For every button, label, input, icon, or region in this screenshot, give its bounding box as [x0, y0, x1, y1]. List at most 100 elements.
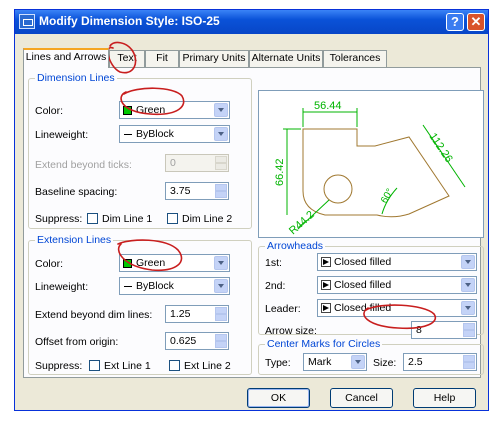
- spinner-down-icon[interactable]: [215, 191, 227, 198]
- green-swatch-icon: [123, 106, 132, 115]
- preview-dim-top: 56.44: [314, 100, 342, 112]
- chevron-down-icon[interactable]: [214, 279, 228, 293]
- chevron-down-icon[interactable]: [461, 278, 475, 292]
- closed-filled-arrow-icon: [321, 303, 331, 313]
- spinner-down-icon[interactable]: [215, 341, 227, 348]
- preview-dim-bottom: R44.2: [287, 209, 317, 238]
- spinner-up-icon[interactable]: [215, 156, 227, 163]
- spinner-down-icon[interactable]: [215, 314, 227, 321]
- dimension-preview: 56.44 66.42 112.26 R44.2 60°: [258, 90, 484, 238]
- tab-primary-units[interactable]: Primary Units: [179, 50, 249, 67]
- help-title-button[interactable]: ?: [446, 13, 464, 31]
- spinner-down-icon[interactable]: [463, 330, 475, 337]
- ext-color-label: Color:: [35, 258, 64, 270]
- title-bar[interactable]: Modify Dimension Style: ISO-25 ? ✕: [15, 10, 488, 34]
- spinner-up-icon[interactable]: [215, 307, 227, 314]
- tab-alternate-units[interactable]: Alternate Units: [249, 50, 323, 67]
- baseline-spacing-value: 3.75: [170, 185, 191, 197]
- dim-extend-spinner[interactable]: 0: [165, 154, 229, 172]
- app-icon: [19, 14, 35, 29]
- chevron-down-icon[interactable]: [214, 256, 228, 270]
- green-swatch-icon: [123, 259, 132, 268]
- arrow-size-spinner[interactable]: 8: [411, 321, 477, 339]
- tab-text[interactable]: Text: [109, 50, 145, 67]
- arrow-second-label: 2nd:: [265, 280, 286, 292]
- ext-extend-label: Extend beyond dim lines:: [35, 309, 153, 321]
- ext-color-select[interactable]: Green: [119, 254, 230, 272]
- tab-fit[interactable]: Fit: [145, 50, 179, 67]
- ext-line-1-label: Ext Line 1: [104, 360, 151, 372]
- arrow-first-label: 1st:: [265, 257, 282, 269]
- ext-lineweight-select[interactable]: ByBlock: [119, 277, 230, 295]
- dim-line-2-label: Dim Line 2: [182, 213, 233, 225]
- spinner-up-icon[interactable]: [215, 334, 227, 341]
- ext-color-value: Green: [136, 257, 166, 269]
- center-type-value: Mark: [308, 356, 332, 368]
- center-marks-group: Center Marks for Circles Type: Mark Size…: [258, 338, 484, 375]
- preview-dim-angle: 60°: [379, 187, 396, 206]
- spinner-down-icon[interactable]: [463, 362, 475, 369]
- arrow-second-select[interactable]: Closed filled: [317, 276, 477, 294]
- spinner-down-icon[interactable]: [215, 163, 227, 170]
- arrow-leader-select[interactable]: Closed filled: [317, 299, 477, 317]
- dim-line-1-label: Dim Line 1: [102, 213, 153, 225]
- dim-color-label: Color:: [35, 105, 64, 117]
- extension-lines-group: Extension Lines Color: Green Lineweight:…: [28, 234, 252, 375]
- closed-filled-arrow-icon: [321, 280, 331, 290]
- dim-lineweight-value: ByBlock: [136, 128, 174, 140]
- ext-extend-spinner[interactable]: 1.25: [165, 305, 229, 323]
- ext-line-1-checkbox[interactable]: [89, 360, 100, 371]
- ext-extend-value: 1.25: [170, 308, 191, 320]
- dim-lineweight-label: Lineweight:: [35, 129, 89, 141]
- dim-lineweight-select[interactable]: ByBlock: [119, 125, 230, 143]
- center-type-label: Type:: [265, 357, 291, 369]
- dim-line-1-checkbox[interactable]: [87, 213, 98, 224]
- ext-line-2-label: Ext Line 2: [184, 360, 231, 372]
- ext-suppress-label: Suppress:: [35, 360, 83, 372]
- window-title: Modify Dimension Style: ISO-25: [39, 14, 220, 28]
- tab-tolerances[interactable]: Tolerances: [323, 50, 387, 67]
- baseline-spacing-spinner[interactable]: 3.75: [165, 182, 229, 200]
- preview-dim-left: 66.42: [274, 158, 286, 186]
- offset-origin-spinner[interactable]: 0.625: [165, 332, 229, 350]
- dim-extend-value: 0: [170, 157, 176, 169]
- ext-line-2-checkbox[interactable]: [169, 360, 180, 371]
- spinner-up-icon[interactable]: [463, 355, 475, 362]
- arrow-first-select[interactable]: Closed filled: [317, 253, 477, 271]
- cancel-button[interactable]: Cancel: [330, 388, 393, 408]
- center-size-spinner[interactable]: 2.5: [403, 353, 477, 371]
- preview-dim-right: 112.26: [427, 131, 455, 165]
- ext-lineweight-value: ByBlock: [136, 280, 174, 292]
- dim-suppress-label: Suppress:: [35, 213, 83, 225]
- arrow-first-value: Closed filled: [334, 256, 392, 268]
- center-type-select[interactable]: Mark: [303, 353, 367, 371]
- chevron-down-icon[interactable]: [461, 301, 475, 315]
- arrow-leader-value: Closed filled: [334, 302, 392, 314]
- chevron-down-icon[interactable]: [214, 127, 228, 141]
- closed-filled-arrow-icon: [321, 257, 331, 267]
- baseline-spacing-label: Baseline spacing:: [35, 186, 118, 198]
- chevron-down-icon[interactable]: [214, 103, 228, 117]
- modify-dimension-style-dialog: Modify Dimension Style: ISO-25 ? ✕ Lines…: [14, 9, 489, 411]
- ok-button[interactable]: OK: [247, 388, 310, 408]
- ext-lineweight-label: Lineweight:: [35, 281, 89, 293]
- arrow-size-label: Arrow size:: [265, 325, 317, 337]
- center-size-label: Size:: [373, 357, 397, 369]
- chevron-down-icon[interactable]: [351, 355, 365, 369]
- chevron-down-icon[interactable]: [461, 255, 475, 269]
- arrow-size-value: 8: [416, 324, 422, 336]
- dim-line-2-checkbox[interactable]: [167, 213, 178, 224]
- help-button[interactable]: Help: [413, 388, 476, 408]
- lineweight-dash-icon: [124, 286, 132, 287]
- offset-origin-label: Offset from origin:: [35, 336, 119, 348]
- spinner-up-icon[interactable]: [215, 184, 227, 191]
- preview-hole: [323, 174, 353, 204]
- center-size-value: 2.5: [408, 356, 423, 368]
- close-icon[interactable]: ✕: [467, 13, 485, 31]
- arrow-leader-label: Leader:: [265, 303, 301, 315]
- dim-color-select[interactable]: Green: [119, 101, 230, 119]
- spinner-up-icon[interactable]: [463, 323, 475, 330]
- arrowheads-group: Arrowheads 1st: Closed filled 2nd: Close…: [258, 240, 484, 339]
- dim-color-value: Green: [136, 104, 166, 116]
- tab-lines-and-arrows[interactable]: Lines and Arrows: [23, 48, 109, 68]
